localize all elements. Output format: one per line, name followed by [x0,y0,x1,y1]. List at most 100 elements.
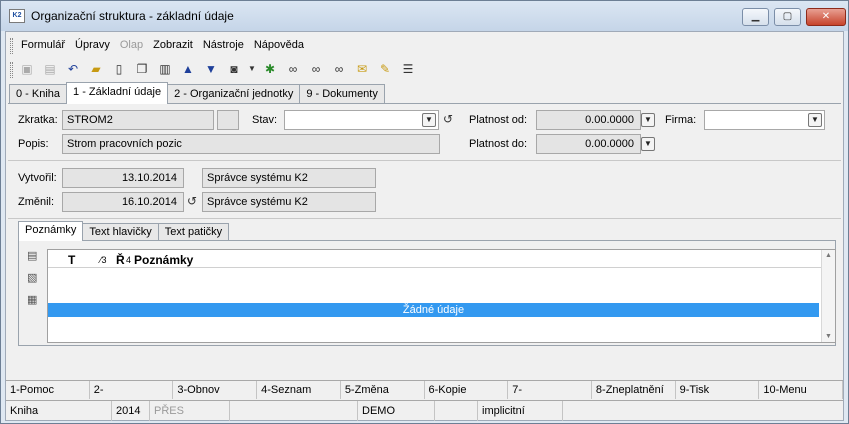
chevron-down-icon[interactable]: ▼ [422,113,436,127]
history-icon[interactable]: ↺ [443,112,453,126]
fkey-6[interactable]: 6-Kopie [425,381,509,399]
section-divider-2 [8,218,841,219]
close-button[interactable]: ✕ [806,8,846,26]
popis-field[interactable]: Strom pracovních pozic [62,134,440,154]
zkratka-label: Zkratka: [18,114,58,126]
edit-note-icon[interactable]: ▧ [27,271,43,285]
maximize-button[interactable]: ▢ [774,8,801,26]
zmenil-label: Změnil: [18,196,55,208]
window-title: Organizační struktura - základní údaje [31,9,234,23]
camera-icon[interactable]: ◙ [224,59,244,79]
menu-grip [10,38,13,54]
dropdown-icon[interactable]: ▼ [247,59,257,79]
empty-row[interactable]: Žádné údaje [48,303,819,317]
open-folder-icon[interactable]: ▰ [86,59,106,79]
status-empty-3 [563,401,843,421]
menu-zobrazit[interactable]: Zobrazit [149,36,199,56]
menu-nastroje[interactable]: Nástroje [199,36,250,56]
menu-upravy[interactable]: Úpravy [71,36,116,56]
vytvoril-date-field[interactable]: 13.10.2014 [62,168,184,188]
firma-label: Firma: [665,114,697,126]
menu-formular[interactable]: Formulář [17,36,71,56]
stav-label: Stav: [252,114,278,126]
status-book: Kniha [6,401,112,421]
col-notes[interactable]: Poznámky [134,253,193,267]
menu-bar: Formulář Úpravy Olap Zobrazit Nástroje N… [10,36,310,56]
platnost-do-field[interactable]: 0.00.0000 [536,134,641,154]
menu-napoveda[interactable]: Nápověda [250,36,310,56]
fkey-2[interactable]: 2- [90,381,174,399]
status-mode: PŘES [150,401,230,421]
filter-icon[interactable]: ✱ [260,59,280,79]
app-logo-icon: K2 [9,9,25,23]
delete-note-icon[interactable]: ▦ [27,293,43,307]
popis-label: Popis: [18,138,49,150]
save-close-icon[interactable]: ▤ [40,59,60,79]
tab-dokumenty[interactable]: 9 - Dokumenty [299,84,385,104]
new-document-icon[interactable]: ▯ [109,59,129,79]
status-empty-1 [230,401,358,421]
scroll-up-icon[interactable]: ▲ [825,252,832,259]
arrow-up-icon[interactable]: ▲ [178,59,198,79]
save-icon[interactable]: ▣ [17,59,37,79]
platnost-od-field[interactable]: 0.00.0000 [536,110,641,130]
book-icon[interactable]: ▥ [155,59,175,79]
col-small-1[interactable]: ⁄3 [100,255,107,265]
section-divider [8,160,841,161]
notes-grid-header: T ⁄3 Ř 4 Poznámky [48,250,822,268]
undo-icon[interactable]: ↶ [63,59,83,79]
fkey-7[interactable]: 7- [508,381,592,399]
menu-olap[interactable]: Olap [116,36,149,56]
fkey-8[interactable]: 8-Zneplatnění [592,381,676,399]
function-key-bar: 1-Pomoc 2- 3-Obnov 4-Seznam 5-Změna 6-Ko… [6,380,844,399]
zkratka-field[interactable]: STROM2 [62,110,214,130]
platnost-do-label: Platnost do: [469,138,528,150]
tab-kniha[interactable]: 0 - Kniha [9,84,68,104]
zkratka-extra-field[interactable] [217,110,239,130]
tab-text-paticky[interactable]: Text patičky [157,223,230,241]
tab-poznamky[interactable]: Poznámky [18,221,84,241]
zmenil-user-field[interactable]: Správce systému K2 [202,192,376,212]
fkey-1[interactable]: 1-Pomoc [6,381,90,399]
toolbar: ▣ ▤ ↶ ▰ ▯ ❐ ▥ ▲ ▼ ◙ ▼ ✱ ∞ ∞ ∞ ✉ ✎ ☰ [10,58,421,80]
fkey-4[interactable]: 4-Seznam [257,381,341,399]
title-bar: K2 Organizační struktura - základní údaj… [1,1,848,31]
menu-lines-icon[interactable]: ☰ [398,59,418,79]
add-note-icon[interactable]: ▤ [27,249,43,263]
status-year: 2014 [112,401,150,421]
fkey-5[interactable]: 5-Změna [341,381,425,399]
edit-folder-icon[interactable]: ✎ [375,59,395,79]
stav-select[interactable]: ▼ [284,110,439,130]
form-frame: Formulář Úpravy Olap Zobrazit Nástroje N… [5,31,844,421]
status-bar: Kniha 2014 PŘES DEMO implicitní [6,400,843,421]
fkey-3[interactable]: 3-Obnov [173,381,258,399]
minimize-button[interactable]: ▁ [742,8,769,26]
binoculars-all-icon[interactable]: ∞ [329,59,349,79]
tab-organizacni-jednotky[interactable]: 2 - Organizační jednotky [167,84,301,104]
tab-text-hlavicky[interactable]: Text hlavičky [82,223,159,241]
copy-icon[interactable]: ❐ [132,59,152,79]
chevron-down-icon[interactable]: ▼ [808,113,822,127]
vertical-scrollbar[interactable]: ▲ ▼ [821,250,835,342]
platnost-do-dropdown-icon[interactable]: ▼ [641,137,655,151]
col-row[interactable]: Ř [116,253,125,267]
fkey-10[interactable]: 10-Menu [759,381,844,399]
binoculars-next-icon[interactable]: ∞ [306,59,326,79]
zmenil-date-field[interactable]: 16.10.2014 [62,192,184,212]
history-icon[interactable]: ↺ [187,194,197,208]
status-empty-2 [435,401,478,421]
col-small-2[interactable]: 4 [126,255,131,265]
platnost-od-label: Platnost od: [469,114,528,126]
platnost-od-dropdown-icon[interactable]: ▼ [641,113,655,127]
tab-zakladni-udaje[interactable]: 1 - Základní údaje [66,82,169,104]
arrow-down-icon[interactable]: ▼ [201,59,221,79]
vytvoril-user-field[interactable]: Správce systému K2 [202,168,376,188]
toolbar-grip [10,62,13,78]
scroll-down-icon[interactable]: ▼ [825,333,832,340]
mail-icon[interactable]: ✉ [352,59,372,79]
vytvoril-label: Vytvořil: [18,172,57,184]
fkey-9[interactable]: 9-Tisk [676,381,760,399]
col-type[interactable]: T [68,253,75,267]
binoculars-icon[interactable]: ∞ [283,59,303,79]
firma-select[interactable]: ▼ [704,110,825,130]
